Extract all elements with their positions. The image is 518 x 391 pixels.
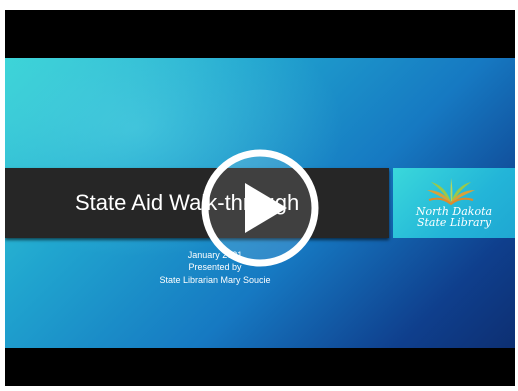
- subtitle-presenter: State Librarian Mary Soucie: [159, 275, 271, 285]
- nd-state-library-logo: North Dakota State Library: [393, 168, 515, 238]
- title-band: State Aid Walk-through: [5, 168, 389, 238]
- video-player[interactable]: State Aid Walk-through North Dakota Stat…: [5, 10, 515, 386]
- slide-title: State Aid Walk-through: [75, 190, 300, 215]
- logo-text-line2: State Library: [416, 216, 492, 229]
- play-icon[interactable]: [201, 149, 319, 267]
- play-button[interactable]: [199, 147, 321, 269]
- book-leaves-icon: [427, 178, 475, 206]
